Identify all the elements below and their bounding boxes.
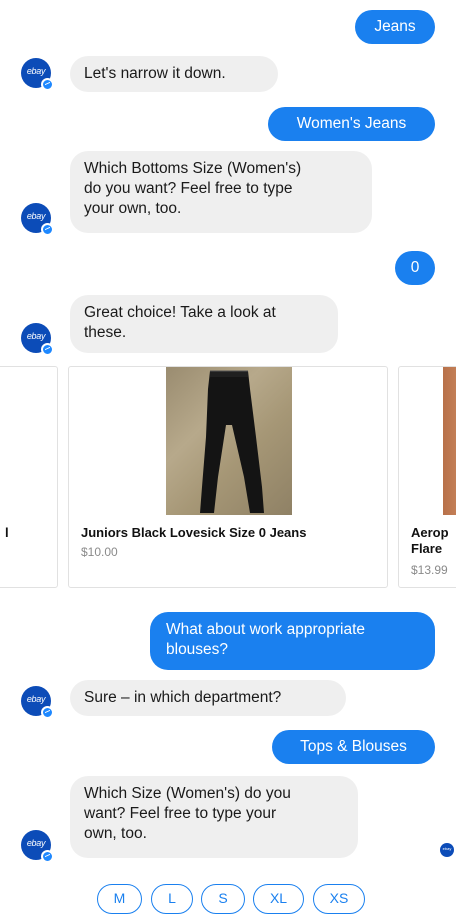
- message-text: 0: [410, 259, 420, 276]
- outgoing-message: Jeans: [355, 10, 435, 44]
- product-title: Aerop Flare: [411, 525, 449, 557]
- read-receipt-avatar: ebay: [440, 843, 454, 857]
- product-card-prev[interactable]: l: [0, 366, 58, 588]
- message-text: Jeans: [374, 18, 416, 35]
- quick-reply-s[interactable]: S: [201, 884, 245, 914]
- product-card-next[interactable]: Aerop Flare $13.99: [398, 366, 456, 588]
- message-line: want? Feel free to type your: [84, 805, 277, 822]
- message-line: do you want? Feel free to type: [84, 180, 293, 197]
- quick-reply-label: XS: [329, 890, 349, 906]
- ebay-logo-text: ebay: [26, 66, 46, 76]
- ebay-bot-avatar: ebay: [21, 203, 54, 236]
- incoming-message: Which Bottoms Size (Women's) do you want…: [70, 151, 372, 233]
- product-price: $13.99: [411, 563, 448, 577]
- outgoing-message: 0: [395, 251, 435, 285]
- product-price: $10.00: [81, 545, 118, 559]
- quick-reply-label: L: [168, 890, 176, 906]
- title-line: Flare: [411, 541, 443, 556]
- message-line: Which Bottoms Size (Women's): [84, 160, 302, 177]
- ebay-bot-avatar: ebay: [21, 58, 54, 91]
- ebay-logo-text: ebay: [442, 846, 452, 851]
- quick-reply-label: XL: [269, 890, 288, 906]
- quick-reply-label: S: [218, 890, 228, 906]
- message-line: Great choice! Take a look at: [84, 304, 276, 321]
- product-image: [166, 367, 292, 515]
- messenger-icon: [41, 343, 54, 356]
- outgoing-message: Tops & Blouses: [272, 730, 435, 764]
- messenger-icon: [41, 223, 54, 236]
- message-text: Women's Jeans: [296, 115, 407, 132]
- product-image: [443, 367, 456, 515]
- incoming-message: Let's narrow it down.: [70, 56, 278, 92]
- quick-reply-l[interactable]: L: [151, 884, 193, 914]
- message-line: these.: [84, 324, 127, 341]
- ebay-bot-avatar: ebay: [21, 686, 54, 719]
- ebay-bot-avatar: ebay: [21, 323, 54, 356]
- message-line: What about work appropriate: [166, 621, 366, 638]
- incoming-message: Sure – in which department?: [70, 680, 346, 716]
- title-line: Aerop: [411, 525, 449, 540]
- messenger-icon: [41, 706, 54, 719]
- message-text: Tops & Blouses: [300, 738, 407, 755]
- message-text: Sure – in which department?: [84, 689, 282, 706]
- message-line: blouses?: [166, 641, 229, 658]
- message-text: Let's narrow it down.: [84, 65, 226, 82]
- outgoing-message: Women's Jeans: [268, 107, 435, 141]
- quick-reply-xs[interactable]: XS: [313, 884, 365, 914]
- outgoing-message: What about work appropriate blouses?: [150, 612, 435, 670]
- ebay-bot-avatar: ebay: [21, 830, 54, 863]
- product-card[interactable]: Juniors Black Lovesick Size 0 Jeans $10.…: [68, 366, 388, 588]
- product-title: Juniors Black Lovesick Size 0 Jeans: [81, 525, 307, 540]
- ebay-logo-text: ebay: [26, 331, 46, 341]
- card-title-fragment: l: [5, 525, 9, 540]
- messenger-icon: [41, 850, 54, 863]
- incoming-message: Which Size (Women's) do you want? Feel f…: [70, 776, 358, 858]
- messenger-icon: [41, 78, 54, 91]
- ebay-logo-text: ebay: [26, 211, 46, 221]
- message-line: own, too.: [84, 825, 147, 842]
- jeans-image: [200, 370, 264, 513]
- quick-reply-xl[interactable]: XL: [253, 884, 304, 914]
- incoming-message: Great choice! Take a look at these.: [70, 295, 338, 353]
- ebay-logo-text: ebay: [26, 838, 46, 848]
- ebay-logo-text: ebay: [26, 694, 46, 704]
- quick-reply-label: M: [113, 890, 126, 906]
- message-line: your own, too.: [84, 200, 182, 217]
- quick-reply-m[interactable]: M: [97, 884, 142, 914]
- message-line: Which Size (Women's) do you: [84, 785, 291, 802]
